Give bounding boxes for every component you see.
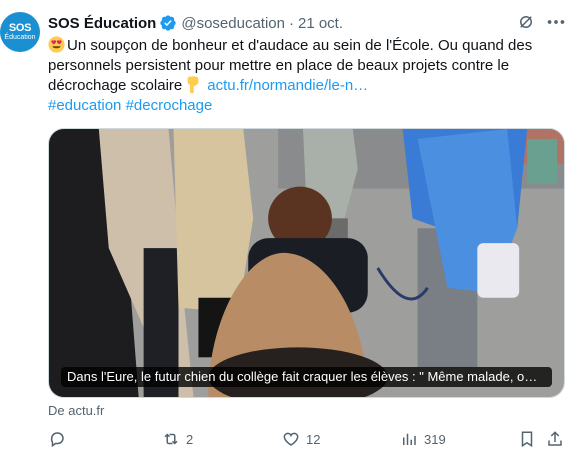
bookmark-icon	[521, 431, 533, 448]
tweet-date[interactable]: 21 oct.	[298, 15, 343, 32]
news-photo	[49, 129, 564, 397]
link-card-media[interactable]: Dans l'Eure, le futur chien du collège f…	[48, 128, 565, 398]
retweet-icon	[164, 433, 178, 445]
verified-badge-icon[interactable]	[159, 14, 177, 32]
avatar-logo-subtext: Éducation	[4, 33, 36, 41]
hashtag-decrochage[interactable]: #decrochage	[126, 97, 213, 114]
avatar[interactable]: SOS Éducation	[0, 12, 40, 52]
bookmark-button[interactable]	[518, 430, 536, 448]
like-count: 12	[306, 431, 321, 447]
views-count: 319	[424, 431, 446, 447]
retweet-button[interactable]: 2	[162, 430, 193, 448]
pointing-down-emoji	[187, 76, 199, 94]
reply-button[interactable]	[48, 430, 72, 448]
smiling-heart-eyes-emoji	[48, 36, 65, 53]
grok-icon[interactable]	[517, 13, 535, 31]
hashtag-education[interactable]: #education	[48, 97, 121, 114]
link-source[interactable]: De actu.fr	[48, 403, 104, 418]
retweet-count: 2	[186, 431, 194, 447]
like-button[interactable]: 12	[282, 430, 320, 448]
separator-dot: ·	[288, 14, 294, 32]
tweet-text: Un soupçon de bonheur et d'audace au sei…	[48, 36, 568, 116]
share-icon	[548, 431, 562, 446]
more-icon[interactable]	[545, 13, 567, 31]
author-handle[interactable]: @soseducation	[181, 15, 285, 32]
like-icon	[283, 432, 299, 446]
avatar-logo-text: SOS	[8, 21, 32, 34]
reply-icon	[50, 432, 64, 448]
share-button[interactable]	[546, 430, 564, 448]
article-link[interactable]: actu.fr/normandie/le-n…	[207, 77, 368, 94]
media-caption: Dans l'Eure, le futur chien du collège f…	[61, 367, 552, 387]
tweet-header: SOS Éducation @soseducation · 21 oct.	[48, 13, 567, 33]
views-button[interactable]: 319	[400, 430, 446, 448]
tweet-actions: 2 12 319	[40, 430, 570, 452]
author-name[interactable]: SOS Éducation	[48, 15, 156, 32]
views-icon	[403, 433, 416, 445]
